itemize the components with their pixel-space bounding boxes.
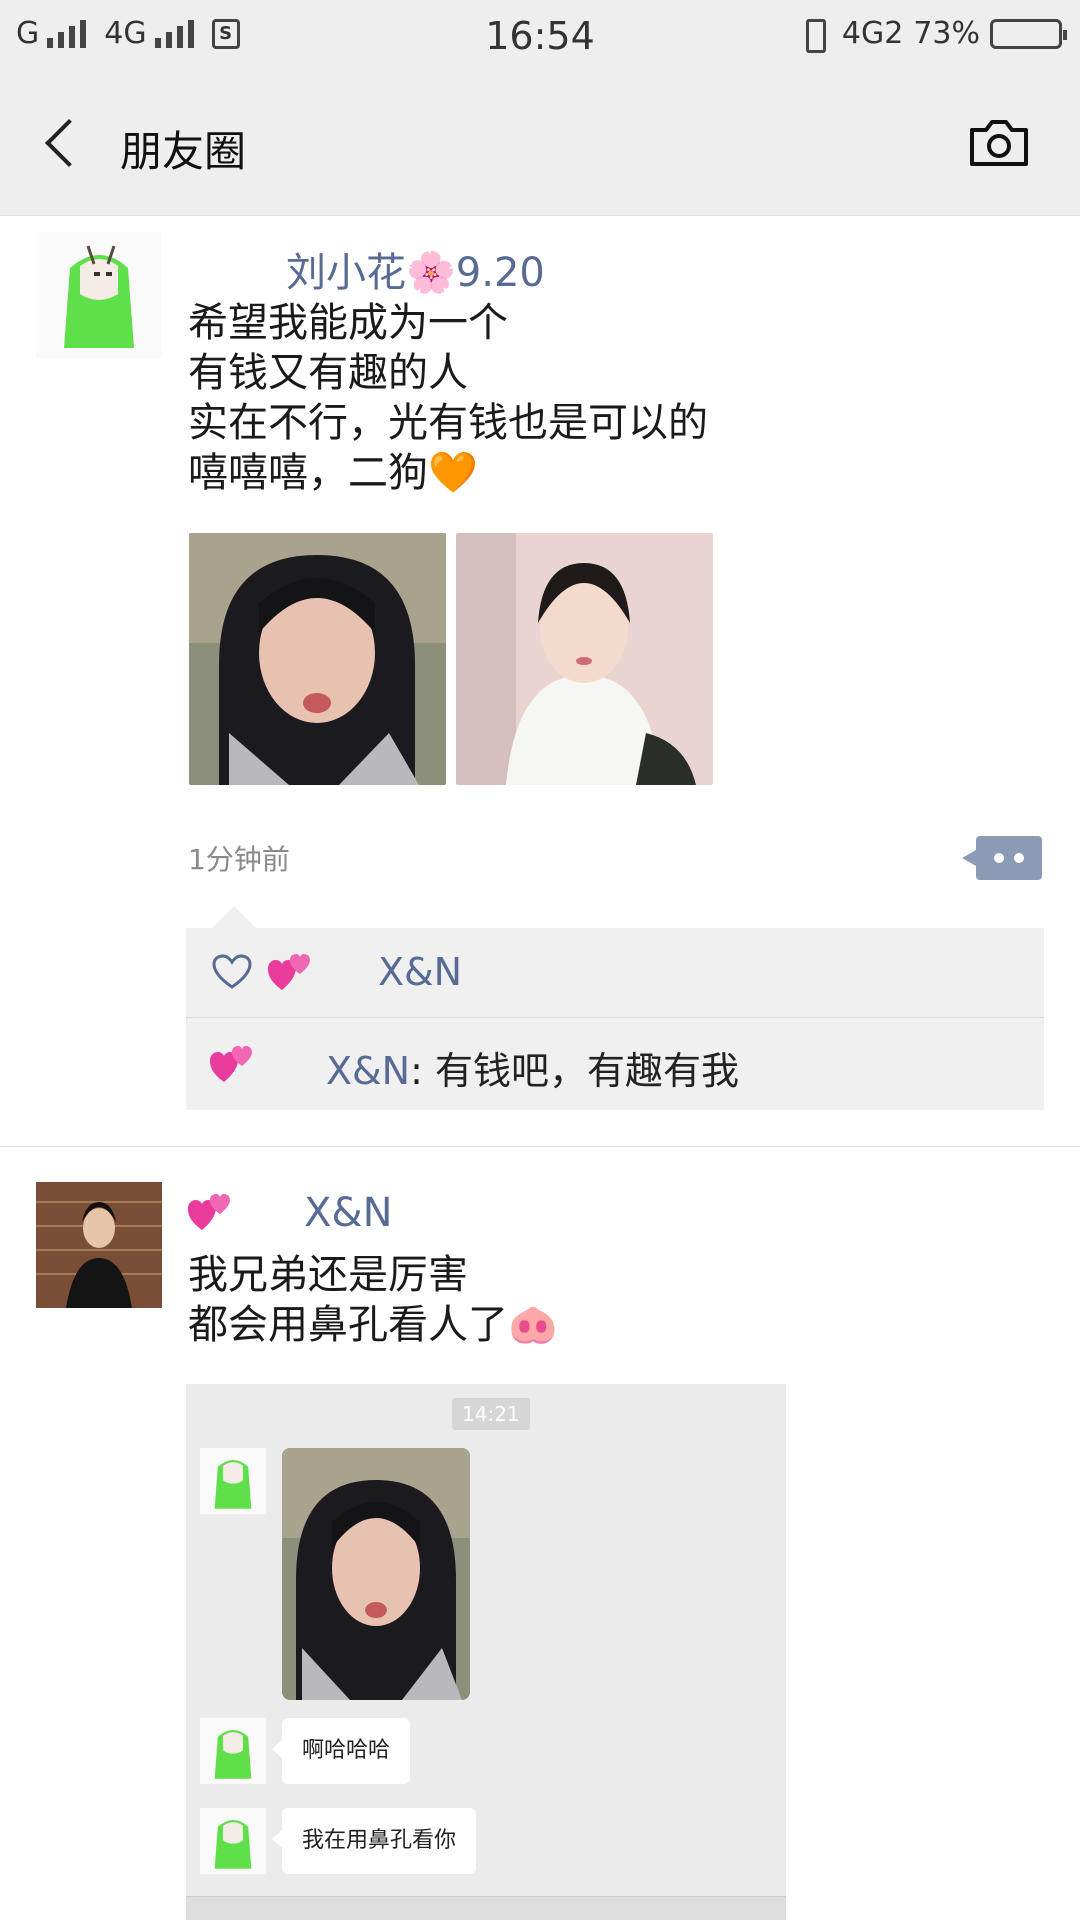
comment-row[interactable]: X&N: 有钱吧，有趣有我	[186, 1018, 1044, 1114]
chat-input-bar	[186, 1896, 786, 1920]
two-hearts-icon	[268, 954, 310, 990]
status-right: 4G2 73%	[796, 16, 1067, 53]
panel-arrow	[212, 906, 256, 928]
status-bar: G 4G S 16:54 4G2 73%	[0, 0, 1080, 74]
liker-name[interactable]: X&N	[378, 950, 462, 994]
nav-bar: 朋友圈	[0, 74, 1080, 216]
post-photo-2[interactable]	[456, 533, 713, 785]
post-text: 我兄弟还是厉害 都会用鼻孔看人了🐽	[188, 1252, 558, 1348]
page-title: 朋友圈	[120, 127, 247, 176]
two-hearts-icon	[210, 1046, 252, 1082]
chat-avatar	[200, 1718, 266, 1784]
chat-time: 14:21	[452, 1398, 530, 1430]
avatar[interactable]	[36, 232, 162, 358]
avatar[interactable]	[36, 1182, 162, 1308]
heart-outline-icon	[212, 954, 252, 989]
post-text: 希望我能成为一个 有钱又有趣的人 实在不行，光有钱也是可以的 嘻嘻嘻，二狗🧡	[188, 300, 708, 496]
post-author[interactable]: 刘小花🌸9.20	[286, 240, 545, 298]
chat-avatar	[200, 1448, 266, 1514]
interactions-panel: X&N X&N: 有钱吧，有趣有我	[186, 906, 1044, 1110]
comment-body: 有钱吧，有趣有我	[434, 1049, 739, 1093]
post-photo-1[interactable]	[189, 533, 446, 785]
battery-percent: 73%	[913, 16, 980, 51]
chat-photo	[282, 1448, 470, 1700]
more-options-button[interactable]	[962, 836, 1042, 880]
network-right-label: 4G2	[841, 16, 904, 51]
two-hearts-icon	[188, 1194, 230, 1230]
chat-avatar	[200, 1808, 266, 1874]
vibrate-icon	[796, 17, 832, 53]
shared-chat-screenshot[interactable]: 14:21 啊哈哈哈 我在用鼻孔看你	[186, 1384, 786, 1920]
camera-icon[interactable]	[968, 116, 1030, 168]
chevron-left-icon[interactable]	[36, 114, 86, 174]
comment-text-line: X&N: 有钱吧，有趣有我	[326, 1040, 739, 1095]
battery-icon	[990, 18, 1067, 49]
likes-row: X&N	[186, 928, 1044, 1018]
chat-message: 我在用鼻孔看你	[271, 1808, 477, 1874]
comment-separator: :	[410, 1049, 435, 1093]
chat-message: 啊哈哈哈	[271, 1718, 411, 1784]
post-time: 1分钟前	[188, 843, 290, 876]
post-author[interactable]: X&N	[304, 1190, 393, 1236]
comment-user[interactable]: X&N	[326, 1049, 410, 1093]
post-divider	[0, 1146, 1080, 1147]
